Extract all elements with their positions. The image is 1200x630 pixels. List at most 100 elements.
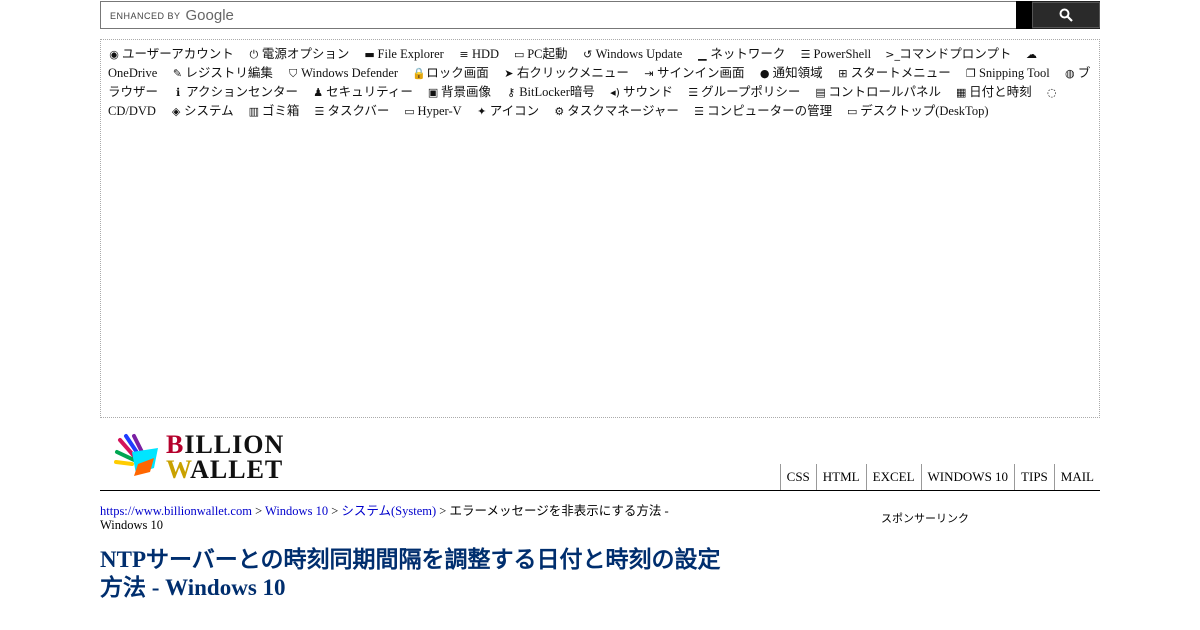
spinner-icon: ◌ <box>1047 86 1057 99</box>
tag-link[interactable]: ⚙ タスクマネージャー <box>553 104 679 118</box>
list-alt-icon: ☰ <box>800 48 811 61</box>
tag-link[interactable]: ➤ 右クリックメニュー <box>503 66 629 80</box>
terminal-icon: >_ <box>885 48 900 61</box>
logo-wordmark: BILLION WALLET <box>166 430 285 484</box>
power-icon: ⏻ <box>249 48 259 61</box>
breadcrumb-home-link[interactable]: https://www.billionwallet.com <box>100 504 252 518</box>
search-bar: ENHANCED BY Google <box>100 1 1100 29</box>
tag-label: CD/DVD <box>108 104 156 118</box>
tag-link[interactable]: ☰ グループポリシー <box>687 85 800 99</box>
category-tag-cloud: ◉ ユーザーアカウント ⏻ 電源オプション ▬ File Explorer ≡ HDD … <box>100 39 1100 418</box>
calendar-icon: ▦ <box>955 86 967 99</box>
tag-label: セキュリティー <box>326 85 413 99</box>
tag-link[interactable]: ⛉ Windows Defender <box>287 66 398 80</box>
tag-link[interactable]: ☰ タスクバー <box>313 104 390 118</box>
tag-label: ユーザーアカウント <box>122 47 234 61</box>
tag-label: OneDrive <box>108 66 158 80</box>
tag-link[interactable]: ◈ システム <box>170 104 234 118</box>
sign-in-icon: ⇥ <box>644 67 654 80</box>
tag-link[interactable]: ⚷ BitLocker暗号 <box>505 85 595 99</box>
tag-label: 電源オプション <box>261 47 350 61</box>
lock-icon: 🔒 <box>412 67 426 80</box>
tag-label: ロック画面 <box>426 66 489 80</box>
tag-link[interactable]: 🔒ロック画面 <box>412 66 489 80</box>
tag-link[interactable]: ⇥ サインイン画面 <box>643 66 745 80</box>
volume-icon: ◂) <box>610 86 620 99</box>
tag-label: File Explorer <box>377 47 444 61</box>
nav-link-html[interactable]: HTML <box>815 464 866 490</box>
nav-link-mail[interactable]: MAIL <box>1053 464 1100 490</box>
tag-link[interactable]: ☰ PowerShell <box>800 47 872 61</box>
tag-link[interactable]: ☰ コンピューターの管理 <box>693 104 832 118</box>
edit-icon: ✎ <box>172 67 183 80</box>
tag-label: Snipping Tool <box>978 66 1050 80</box>
tag-link[interactable]: ↺ Windows Update <box>582 47 682 61</box>
tag-link[interactable]: ✦ アイコン <box>476 104 539 118</box>
search-input[interactable] <box>100 1 1026 29</box>
tag-link[interactable]: ⏻ 電源オプション <box>248 47 350 61</box>
tag-label: PowerShell <box>813 47 872 61</box>
windows-icon: ⊞ <box>838 67 848 80</box>
sponsored-link-label: スポンサーリンク <box>881 513 969 525</box>
tag-link[interactable]: ● 通知領域 <box>759 66 823 80</box>
tag-link[interactable]: ▥ ゴミ箱 <box>248 104 300 118</box>
breadcrumb-sep: > <box>251 504 266 518</box>
tag-label: サインイン画面 <box>657 66 745 80</box>
tag-label: グループポリシー <box>701 85 801 99</box>
tag-link[interactable]: ❐ Snipping Tool <box>965 66 1050 80</box>
tag-label: HDD <box>471 47 500 61</box>
cloud-icon: ☁ <box>1026 48 1038 61</box>
tag-link[interactable]: ▭ デスクトップ(DeskTop) <box>846 104 988 118</box>
tag-link[interactable]: ▭ Hyper-V <box>403 104 461 118</box>
nav-link-tips[interactable]: TIPS <box>1014 464 1054 490</box>
tag-label: サウンド <box>623 85 674 99</box>
tag-label: PC起動 <box>527 47 568 61</box>
tag-label: Windows Defender <box>301 66 399 80</box>
search-divider <box>1016 1 1032 29</box>
magic-icon: ✦ <box>477 105 487 118</box>
folder-open-icon: ▬ <box>364 48 375 61</box>
cube-icon: ◈ <box>171 105 181 118</box>
tag-label: 通知領域 <box>772 66 823 80</box>
tag-link[interactable]: ▤ コントロールパネル <box>815 85 941 99</box>
tag-label: システム <box>184 104 234 118</box>
desktop-icon: ▭ <box>404 105 415 118</box>
breadcrumb: https://www.billionwallet.com > Windows … <box>100 504 710 532</box>
server-icon: ☰ <box>694 105 704 118</box>
id-card-icon: ▤ <box>815 86 826 99</box>
comment-icon: ● <box>759 67 770 80</box>
tag-link[interactable]: ◉ ユーザーアカウント <box>108 47 234 61</box>
tag-link[interactable]: ℹ アクションセンター <box>172 85 298 99</box>
nav-link-excel[interactable]: EXCEL <box>865 464 921 490</box>
nav-link-windows-10[interactable]: WINDOWS 10 <box>920 464 1015 490</box>
tag-link[interactable]: ◂) サウンド <box>609 85 673 99</box>
tag-link[interactable]: ✎ レジストリ編集 <box>171 66 273 80</box>
page-title: NTPサーバーとの時刻同期間隔を調整する日付と時刻の設定方法 - Windows… <box>100 547 721 600</box>
breadcrumb-section-link[interactable]: Windows 10 <box>265 504 328 518</box>
tag-link[interactable]: ▣ 背景画像 <box>427 85 491 99</box>
tag-link[interactable]: ≡ HDD <box>458 47 499 61</box>
tag-link[interactable]: ▁ ネットワーク <box>696 47 785 61</box>
tag-label: レジストリ編集 <box>185 66 273 80</box>
tag-link[interactable]: ▬ File Explorer <box>364 47 444 61</box>
desktop-icon: ▭ <box>847 105 858 118</box>
tag-link[interactable]: ♟ セキュリティー <box>312 85 413 99</box>
main-nav: CSS HTML EXCEL WINDOWS 10 TIPS MAIL <box>779 464 1100 490</box>
search-button[interactable] <box>1032 1 1100 29</box>
site-logo[interactable]: BILLION WALLET <box>114 432 283 484</box>
tag-link[interactable]: ⊞ スタートメニュー <box>837 66 951 80</box>
tag-link[interactable]: ▦ 日付と時刻 <box>955 85 1032 99</box>
tag-label: タスクマネージャー <box>567 104 679 118</box>
cogs-icon: ⚙ <box>554 105 565 118</box>
tag-label: スタートメニュー <box>850 66 951 80</box>
breadcrumb-category-link[interactable]: システム(System) <box>341 504 436 518</box>
tag-link[interactable]: >_コマンドプロンプト <box>885 47 1011 61</box>
user-secret-icon: ♟ <box>313 86 324 99</box>
tag-link[interactable]: ▭ PC起動 <box>513 47 568 61</box>
search-icon <box>1059 8 1073 22</box>
nav-link-css[interactable]: CSS <box>779 464 816 490</box>
tag-label: デスクトップ(DeskTop) <box>860 104 989 118</box>
tag-label: 背景画像 <box>441 85 492 99</box>
tag-label: アクションセンター <box>186 85 299 99</box>
key-icon: ⚷ <box>507 86 516 99</box>
